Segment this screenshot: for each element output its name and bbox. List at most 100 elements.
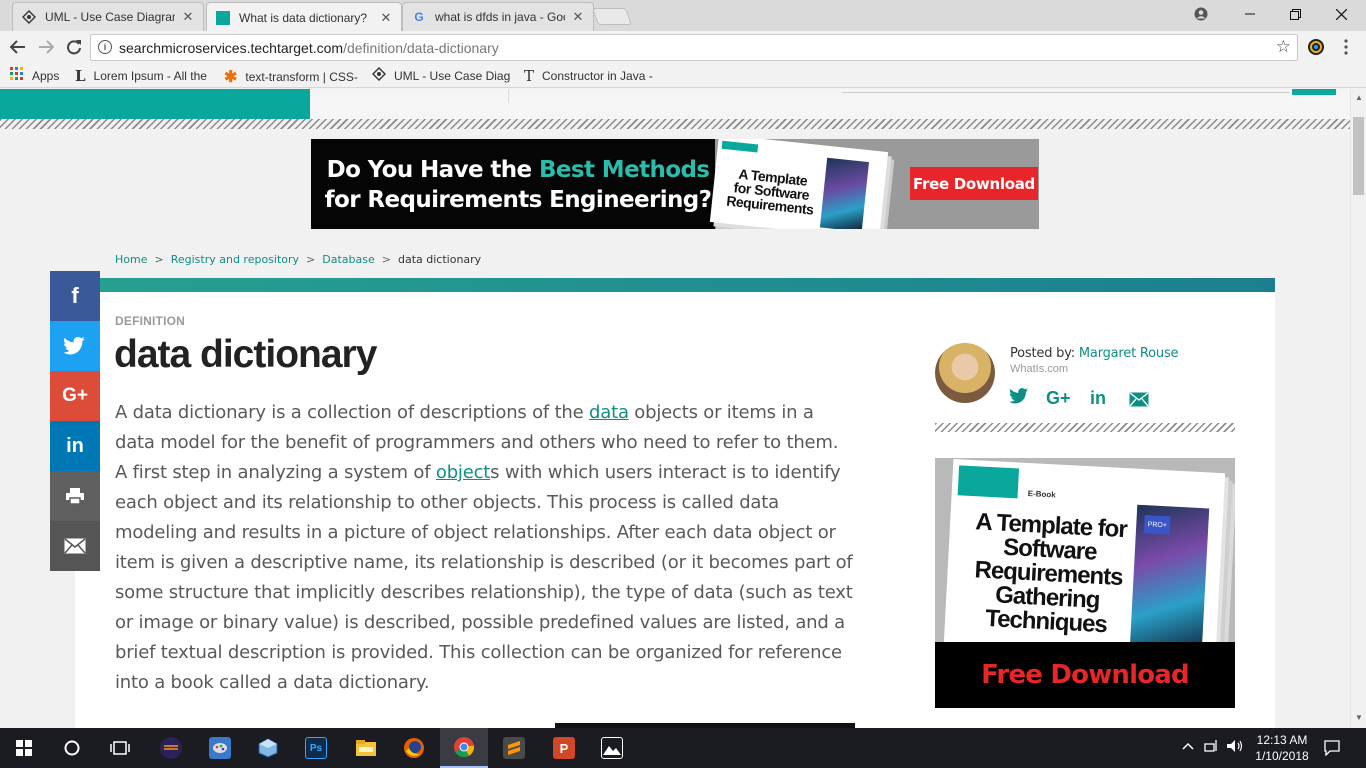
header-divider <box>508 89 509 103</box>
tutorial-t-icon: T <box>524 67 535 85</box>
browser-tab-bar: UML - Use Case Diagram ✕ What is data di… <box>0 0 1366 32</box>
file-explorer-icon[interactable] <box>342 728 390 768</box>
link-data[interactable]: data <box>589 402 629 423</box>
virtualbox-icon[interactable] <box>244 728 292 768</box>
tray-chevron-icon[interactable] <box>1182 739 1194 753</box>
chrome-icon[interactable] <box>440 728 488 768</box>
google-favicon-icon: G <box>414 10 424 24</box>
profile-icon[interactable] <box>1178 0 1224 28</box>
breadcrumb-home[interactable]: Home <box>115 253 147 266</box>
scroll-up-arrow-icon[interactable]: ▲ <box>1355 93 1363 102</box>
site-info-icon[interactable]: i <box>98 40 112 54</box>
author-twitter-icon[interactable] <box>1009 388 1029 409</box>
banner-free-download-button[interactable]: Free Download <box>910 167 1038 200</box>
close-window-icon[interactable] <box>1318 0 1364 28</box>
bookmarks-bar: Apps L Lorem Ipsum - All the ✱ text-tran… <box>0 63 1366 88</box>
bookmark-star-icon[interactable]: ☆ <box>1276 37 1291 57</box>
sidebar-free-download-button[interactable]: Free Download <box>935 642 1235 708</box>
minimize-icon[interactable] <box>1227 0 1273 28</box>
bookmark-label: Lorem Ipsum - All the <box>93 69 207 83</box>
task-view-icon[interactable] <box>96 728 144 768</box>
bookmark-label: text-transform | CSS- <box>245 70 358 84</box>
address-host: searchmicroservices.techtarget.com <box>119 39 344 56</box>
chrome-menu-icon[interactable] <box>1334 35 1358 59</box>
reload-icon[interactable] <box>62 35 86 59</box>
share-linkedin-icon[interactable]: in <box>50 421 100 471</box>
tab-title: What is data dictionary? <box>239 10 368 25</box>
site-logo-block[interactable] <box>0 89 310 119</box>
bookmark-text-transform[interactable]: ✱ text-transform | CSS- <box>224 67 360 87</box>
system-clock[interactable]: 12:13 AM 1/10/2018 <box>1247 732 1317 764</box>
breadcrumb-registry[interactable]: Registry and repository <box>171 253 299 266</box>
bookmark-lorem-ipsum[interactable]: L Lorem Ipsum - All the <box>75 67 215 85</box>
page-scrollbar[interactable]: ▲ ▼ <box>1350 89 1366 728</box>
author-googleplus-icon[interactable]: G+ <box>1046 388 1071 409</box>
share-twitter-icon[interactable] <box>50 321 100 371</box>
back-arrow-icon[interactable] <box>6 35 30 59</box>
page-viewport: Do You Have the Best Methods for Require… <box>0 89 1350 728</box>
header-search-button[interactable] <box>1292 89 1336 95</box>
article-body: A data dictionary is a collection of des… <box>115 402 853 693</box>
author-name-link[interactable]: Margaret Rouse <box>1079 346 1179 361</box>
print-icon[interactable] <box>50 471 100 521</box>
ebook-tag: E-Book <box>1027 488 1056 500</box>
link-object[interactable]: object <box>436 462 490 483</box>
scrollbar-thumb[interactable] <box>1353 117 1364 195</box>
bookmark-label: Constructor in Java - <box>542 69 653 83</box>
banner-headline: Do You Have the Best Methods for Require… <box>324 157 712 213</box>
address-bar[interactable]: i searchmicroservices.techtarget.com/def… <box>90 34 1298 61</box>
tab-google-search[interactable]: G what is dfds in java - Goo ✕ <box>402 2 594 31</box>
tab-close-icon[interactable]: ✕ <box>571 9 585 25</box>
firefox-icon[interactable] <box>390 728 438 768</box>
author-stripe-divider <box>935 423 1235 432</box>
share-facebook-icon[interactable]: f <box>50 271 100 321</box>
powerpoint-icon[interactable]: P <box>540 728 588 768</box>
clock-time: 12:13 AM <box>1256 733 1308 747</box>
windows-start-icon[interactable] <box>0 728 48 768</box>
bookmark-uml[interactable]: UML - Use Case Diag <box>372 67 512 84</box>
paint-icon[interactable] <box>196 728 244 768</box>
author-email-icon[interactable] <box>1129 391 1149 412</box>
header-stripe-divider <box>0 119 1350 129</box>
extension-icon[interactable] <box>1304 35 1328 59</box>
restore-icon[interactable] <box>1272 0 1318 28</box>
scroll-down-arrow-icon[interactable]: ▼ <box>1355 713 1363 722</box>
tab-uml-use-case[interactable]: UML - Use Case Diagram ✕ <box>12 2 204 31</box>
share-googleplus-icon[interactable]: G+ <box>50 371 100 421</box>
sidebar-ad[interactable]: E-Book A Template for Software Requireme… <box>935 458 1235 708</box>
author-linkedin-icon[interactable]: in <box>1090 388 1106 409</box>
header-search-input[interactable] <box>842 92 1290 93</box>
eclipse-icon[interactable] <box>147 728 195 768</box>
author-org: WhatIs.com <box>1010 363 1069 375</box>
new-tab-button[interactable] <box>591 8 633 25</box>
banner-ad[interactable]: Do You Have the Best Methods for Require… <box>311 139 1039 229</box>
bookmark-constructor-java[interactable]: T Constructor in Java - <box>524 67 660 85</box>
clock-date: 1/10/2018 <box>1255 749 1309 763</box>
bookmark-apps[interactable]: Apps <box>10 67 59 84</box>
site-header <box>0 89 1350 119</box>
tab-close-icon[interactable]: ✕ <box>379 10 393 26</box>
banner-ebook-cover: A Template for Software Requirements <box>709 139 889 229</box>
tab-title: what is dfds in java - Goo <box>435 10 565 24</box>
sidebar-book-title: A Template for Software Requirements Gat… <box>973 508 1128 639</box>
breadcrumb: Home > Registry and repository > Database > da… <box>115 253 482 266</box>
address-path: /definition/data-dictionary <box>343 39 499 56</box>
volume-icon[interactable] <box>1226 739 1244 756</box>
apps-grid-icon <box>10 67 24 84</box>
bookmark-label: Apps <box>32 68 60 83</box>
breadcrumb-database[interactable]: Database <box>322 253 375 266</box>
tab-data-dictionary[interactable]: What is data dictionary? ✕ <box>206 2 402 32</box>
cortana-icon[interactable] <box>48 728 96 768</box>
action-center-icon[interactable] <box>1324 740 1340 761</box>
content-card-accent-bar <box>100 278 1275 292</box>
sublime-icon[interactable] <box>490 728 538 768</box>
tab-close-icon[interactable]: ✕ <box>181 9 195 25</box>
uml-favicon-icon <box>21 9 37 25</box>
network-icon[interactable] <box>1204 739 1220 756</box>
photoshop-icon[interactable]: Ps <box>292 728 340 768</box>
pro-plus-badge: PRO+ <box>1143 515 1171 535</box>
share-email-icon[interactable] <box>50 521 100 571</box>
photos-icon[interactable] <box>588 728 636 768</box>
forward-arrow-icon[interactable] <box>34 35 58 59</box>
posted-by: Posted by: Margaret Rouse <box>1010 346 1179 361</box>
